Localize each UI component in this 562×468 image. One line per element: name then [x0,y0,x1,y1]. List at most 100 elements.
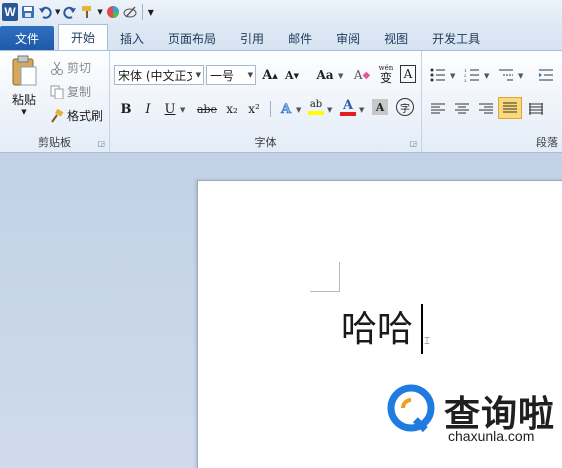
tab-developer[interactable]: 开发工具 [420,26,492,50]
format-painter-button[interactable]: 格式刷 [50,107,103,124]
watermark-logo-icon [387,384,439,436]
highlight-button[interactable]: ab [306,97,326,117]
scissors-icon [50,61,64,75]
tab-page-layout[interactable]: 页面布局 [156,26,228,50]
tab-view[interactable]: 视图 [372,26,420,50]
bold-button[interactable]: B [116,99,136,119]
paragraph-group: ▼ 123 ▼ ▼ 段落 [422,51,562,152]
qat-separator [141,4,143,20]
paste-label: 粘贴 [11,93,36,107]
cut-button[interactable]: 剪切 [50,59,91,76]
change-case-button[interactable]: Aa [312,65,338,85]
justify-button[interactable] [498,97,522,119]
document-text[interactable]: 哈哈 [341,308,413,352]
quick-access-toolbar: W ▼ ▼ ▼ [0,0,562,24]
tab-insert[interactable]: 插入 [108,26,156,50]
tab-review[interactable]: 审阅 [324,26,372,50]
copy-icon [50,85,64,99]
cut-label: 剪切 [67,61,92,75]
font-color-button[interactable]: A [338,97,358,117]
grow-font-icon: A [262,67,273,83]
bold-icon: B [120,101,132,117]
customize-qat-icon[interactable]: ▼ [148,3,154,21]
font-size-value: 一号 [210,68,235,83]
shrink-font-button[interactable]: A ▼ [282,65,302,85]
painter-dropdown-icon[interactable]: ▼ [97,3,102,21]
font-name-combo[interactable]: 宋体 (中文正文 ▼ [114,65,204,85]
italic-button[interactable]: I [138,99,158,119]
clipboard-group-label: 剪贴板 [38,136,71,149]
character-shading-icon: A [375,100,385,114]
paste-button[interactable]: 粘贴 ▼ [6,55,42,125]
decrease-indent-button[interactable] [536,65,556,85]
shrink-font-icon: A [285,68,294,82]
tab-file[interactable]: 文件 [0,26,54,50]
character-shading-button[interactable]: A [372,99,388,115]
paste-dropdown-icon: ▼ [21,108,27,116]
clipboard-group: 粘贴 ▼ 剪切 复制 格式刷 剪贴板 ◲ [0,51,110,152]
text-effects-button[interactable]: A [276,99,296,119]
font-launcher-icon[interactable]: ◲ [409,139,417,148]
text-cursor [421,304,423,354]
bullets-button[interactable] [428,65,448,85]
save-icon[interactable] [21,3,35,21]
font-size-dropdown-icon: ▼ [247,71,253,79]
highlight-dropdown-icon[interactable]: ▼ [327,106,332,114]
grow-font-button[interactable]: A ▲ [260,65,280,85]
word-app-icon[interactable]: W [2,3,18,21]
multilevel-list-button[interactable] [496,65,516,85]
tab-home[interactable]: 开始 [58,24,109,50]
text-effects-dropdown-icon[interactable]: ▼ [296,106,301,114]
underline-dropdown-icon[interactable]: ▼ [180,106,185,114]
align-center-button[interactable] [452,99,472,119]
tab-references[interactable]: 引用 [228,26,276,50]
font-group: 宋体 (中文正文 ▼ 一号 ▼ A ▲ A ▼ Aa ▼ A ◆ wén 变 A B … [110,51,422,152]
font-size-combo[interactable]: 一号 ▼ [206,65,256,85]
brush-icon [50,108,64,123]
tab-mailings[interactable]: 邮件 [276,26,324,50]
enclose-characters-button[interactable]: 字 [396,98,414,116]
superscript-button[interactable]: x² [244,99,264,119]
multilevel-dropdown-icon[interactable]: ▼ [518,72,523,80]
distributed-button[interactable] [526,99,546,119]
paragraph-group-label: 段落 [536,136,558,149]
clipboard-icon [10,55,38,87]
align-left-button[interactable] [428,99,448,119]
clipboard-launcher-icon[interactable]: ◲ [97,139,105,148]
copy-button[interactable]: 复制 [50,83,91,100]
undo-dropdown-icon[interactable]: ▼ [55,3,60,21]
pen-icon[interactable] [123,3,137,21]
undo-icon[interactable] [38,3,52,21]
mouse-ibeam-icon: ⌶ [424,336,430,347]
clear-format-button[interactable]: A ◆ [352,65,372,85]
bullets-dropdown-icon[interactable]: ▼ [450,72,455,80]
font-color-dropdown-icon[interactable]: ▼ [359,106,364,114]
underline-button[interactable]: U [160,99,180,119]
align-right-button[interactable] [476,99,496,119]
highlight-color-bar [308,111,324,115]
watermark-url: chaxunla.com [448,428,535,444]
highlight-icon: ab [309,99,323,110]
character-border-button[interactable]: A [400,65,416,83]
redo-icon[interactable] [63,3,77,21]
font-separator [270,101,271,117]
strikethrough-button[interactable]: abe [194,99,220,119]
numbering-button[interactable]: 123 [462,65,482,85]
change-case-icon: Aa [316,68,334,82]
color-icon[interactable] [106,3,120,21]
font-name-dropdown-icon: ▼ [195,71,201,79]
font-color-icon: A [342,97,354,113]
strikethrough-icon: abe [196,102,218,116]
italic-icon: I [145,101,151,117]
change-case-dropdown-icon[interactable]: ▼ [338,72,343,80]
format-painter-label: 格式刷 [67,109,104,123]
ribbon: 粘贴 ▼ 剪切 复制 格式刷 剪贴板 ◲ 宋体 (中文正文 ▼ 一号 ▼ A ▲… [0,50,562,153]
phonetic-guide-button[interactable]: wén 变 [376,63,396,84]
numbering-dropdown-icon[interactable]: ▼ [484,72,489,80]
format-painter-icon[interactable] [80,3,94,21]
subscript-button[interactable]: x₂ [222,99,242,119]
clear-format-icon: A [353,68,363,82]
enclose-characters-icon: 字 [400,103,410,115]
font-color-bar [340,111,356,116]
margin-corner-mark [310,291,340,292]
